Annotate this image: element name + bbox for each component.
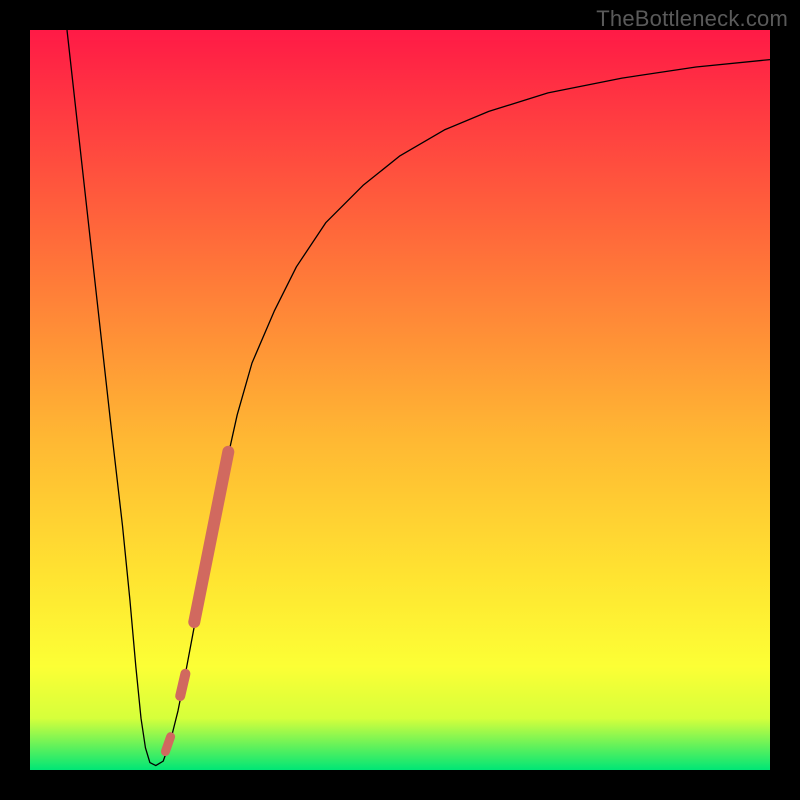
bottleneck-chart [30,30,770,770]
gradient-background [30,30,770,770]
plot-area [30,30,770,770]
series-highlight-dot-low [165,737,170,752]
series-highlight-dot-mid [180,674,185,696]
chart-frame: TheBottleneck.com [0,0,800,800]
watermark-text: TheBottleneck.com [596,6,788,32]
